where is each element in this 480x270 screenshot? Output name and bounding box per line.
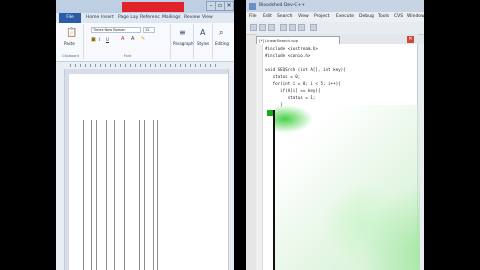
breakpoint-marker[interactable] <box>267 110 273 116</box>
title-highlight <box>122 2 184 12</box>
tab-file[interactable]: File <box>59 13 81 23</box>
save-icon[interactable] <box>268 24 275 31</box>
editing-button[interactable]: Editing <box>215 41 229 46</box>
text-line <box>114 120 115 270</box>
word-scrollbar[interactable] <box>228 69 234 270</box>
code-line: for(int i = 0; i < 5; i++){ <box>265 81 341 86</box>
menu-file[interactable]: File <box>249 12 257 22</box>
menu-edit[interactable]: Edit <box>263 12 272 22</box>
text-line <box>139 120 140 270</box>
text-line <box>83 120 84 270</box>
tab-mailings[interactable]: Mailings <box>162 13 180 23</box>
code-line: status = 0; <box>265 74 301 79</box>
menu-cvs[interactable]: CVS <box>394 12 403 22</box>
debug-icon[interactable] <box>310 24 317 31</box>
word-window: – ▫ ✕ File Home Insert Page Lay Referenc… <box>56 0 234 270</box>
compile-icon[interactable] <box>280 24 287 31</box>
styles-icon[interactable]: A <box>200 28 205 37</box>
tab-review[interactable]: Review <box>184 13 200 23</box>
tab-view[interactable]: View <box>202 13 213 23</box>
menu-tools[interactable]: Tools <box>378 12 389 22</box>
word-title-bar: – ▫ ✕ <box>56 0 234 13</box>
menu-view[interactable]: View <box>298 12 309 22</box>
italic-button[interactable]: I <box>99 37 100 42</box>
text-line <box>153 120 154 270</box>
tab-insert[interactable]: Insert <box>101 13 114 23</box>
code-line: #include <conio.h> <box>265 53 311 58</box>
devcpp-title-bar: Bloodshed Dev-C++ <box>246 0 424 12</box>
styles-group: A Styles <box>195 24 213 59</box>
grow-font-icon[interactable]: A <box>131 36 134 42</box>
code-line: void SEQSrch (int A[], int key){ <box>265 67 346 72</box>
close-icon[interactable]: ✕ <box>224 1 234 11</box>
open-file-icon[interactable] <box>259 24 266 31</box>
tab-linearsearch[interactable]: [*] LinearSearch.cpp <box>256 36 340 44</box>
close-tab-icon[interactable]: ✕ <box>407 36 414 43</box>
styles-button[interactable]: Styles <box>197 41 209 46</box>
vertical-ruler[interactable] <box>56 69 65 270</box>
text-cursor-bar <box>273 110 275 270</box>
font-color-icon[interactable]: A <box>121 36 124 42</box>
paste-label[interactable]: Paste <box>64 41 75 46</box>
text-line <box>144 120 145 270</box>
menu-debug[interactable]: Debug <box>359 12 374 22</box>
editor-tab-strip: [*] LinearSearch.cpp ✕ <box>256 34 418 44</box>
document-page[interactable] <box>69 74 229 270</box>
clipboard-label: Clipboard <box>62 54 79 58</box>
font-name-select[interactable]: Times New Roman <box>91 27 141 33</box>
window-title: Bloodshed Dev-C++ <box>259 3 306 8</box>
code-line: status = 1; <box>265 95 316 100</box>
compile-run-icon[interactable] <box>298 24 305 31</box>
selection-artifact <box>275 105 420 270</box>
new-file-icon[interactable] <box>250 24 257 31</box>
run-icon[interactable] <box>289 24 296 31</box>
paragraph-group: ≡ Paragraph <box>172 24 194 59</box>
paragraph-button[interactable]: Paragraph <box>173 41 194 46</box>
tab-page-layout[interactable]: Page Lay <box>118 13 138 23</box>
text-line <box>106 120 107 270</box>
text-line <box>96 120 97 270</box>
highlight-icon[interactable]: ✎ <box>141 36 145 42</box>
text-line <box>124 120 125 270</box>
bold-button[interactable]: B <box>91 37 97 42</box>
find-icon[interactable]: ⌕ <box>219 28 223 38</box>
menu-search[interactable]: Search <box>277 12 292 22</box>
menu-project[interactable]: Project <box>314 12 329 22</box>
paste-icon[interactable]: 📋 <box>66 28 77 38</box>
editing-group: ⌕ Editing <box>214 24 232 59</box>
paragraph-icon[interactable]: ≡ <box>179 28 186 37</box>
code-line: if(A[i] == key){ <box>265 88 321 93</box>
code-line: #include <iostream.h> <box>265 46 318 51</box>
menu-execute[interactable]: Execute <box>336 12 354 22</box>
clipboard-group: 📋 Paste Clipboard <box>58 24 84 59</box>
menu-window[interactable]: Window <box>407 12 424 22</box>
underline-button[interactable]: U <box>106 37 109 42</box>
text-line <box>91 120 92 270</box>
word-ribbon: 📋 Paste Clipboard Times New Roman 12 B I… <box>56 23 234 62</box>
font-group-label: Font <box>123 54 132 58</box>
text-line <box>157 120 158 270</box>
app-icon <box>249 3 256 10</box>
font-size-select[interactable]: 12 <box>143 27 155 33</box>
tab-home[interactable]: Home <box>86 13 99 23</box>
font-group: Times New Roman 12 B I U A A ✎ Font <box>85 24 171 59</box>
tab-references[interactable]: Referenc <box>140 13 160 23</box>
editor-gutter[interactable] <box>256 44 263 270</box>
